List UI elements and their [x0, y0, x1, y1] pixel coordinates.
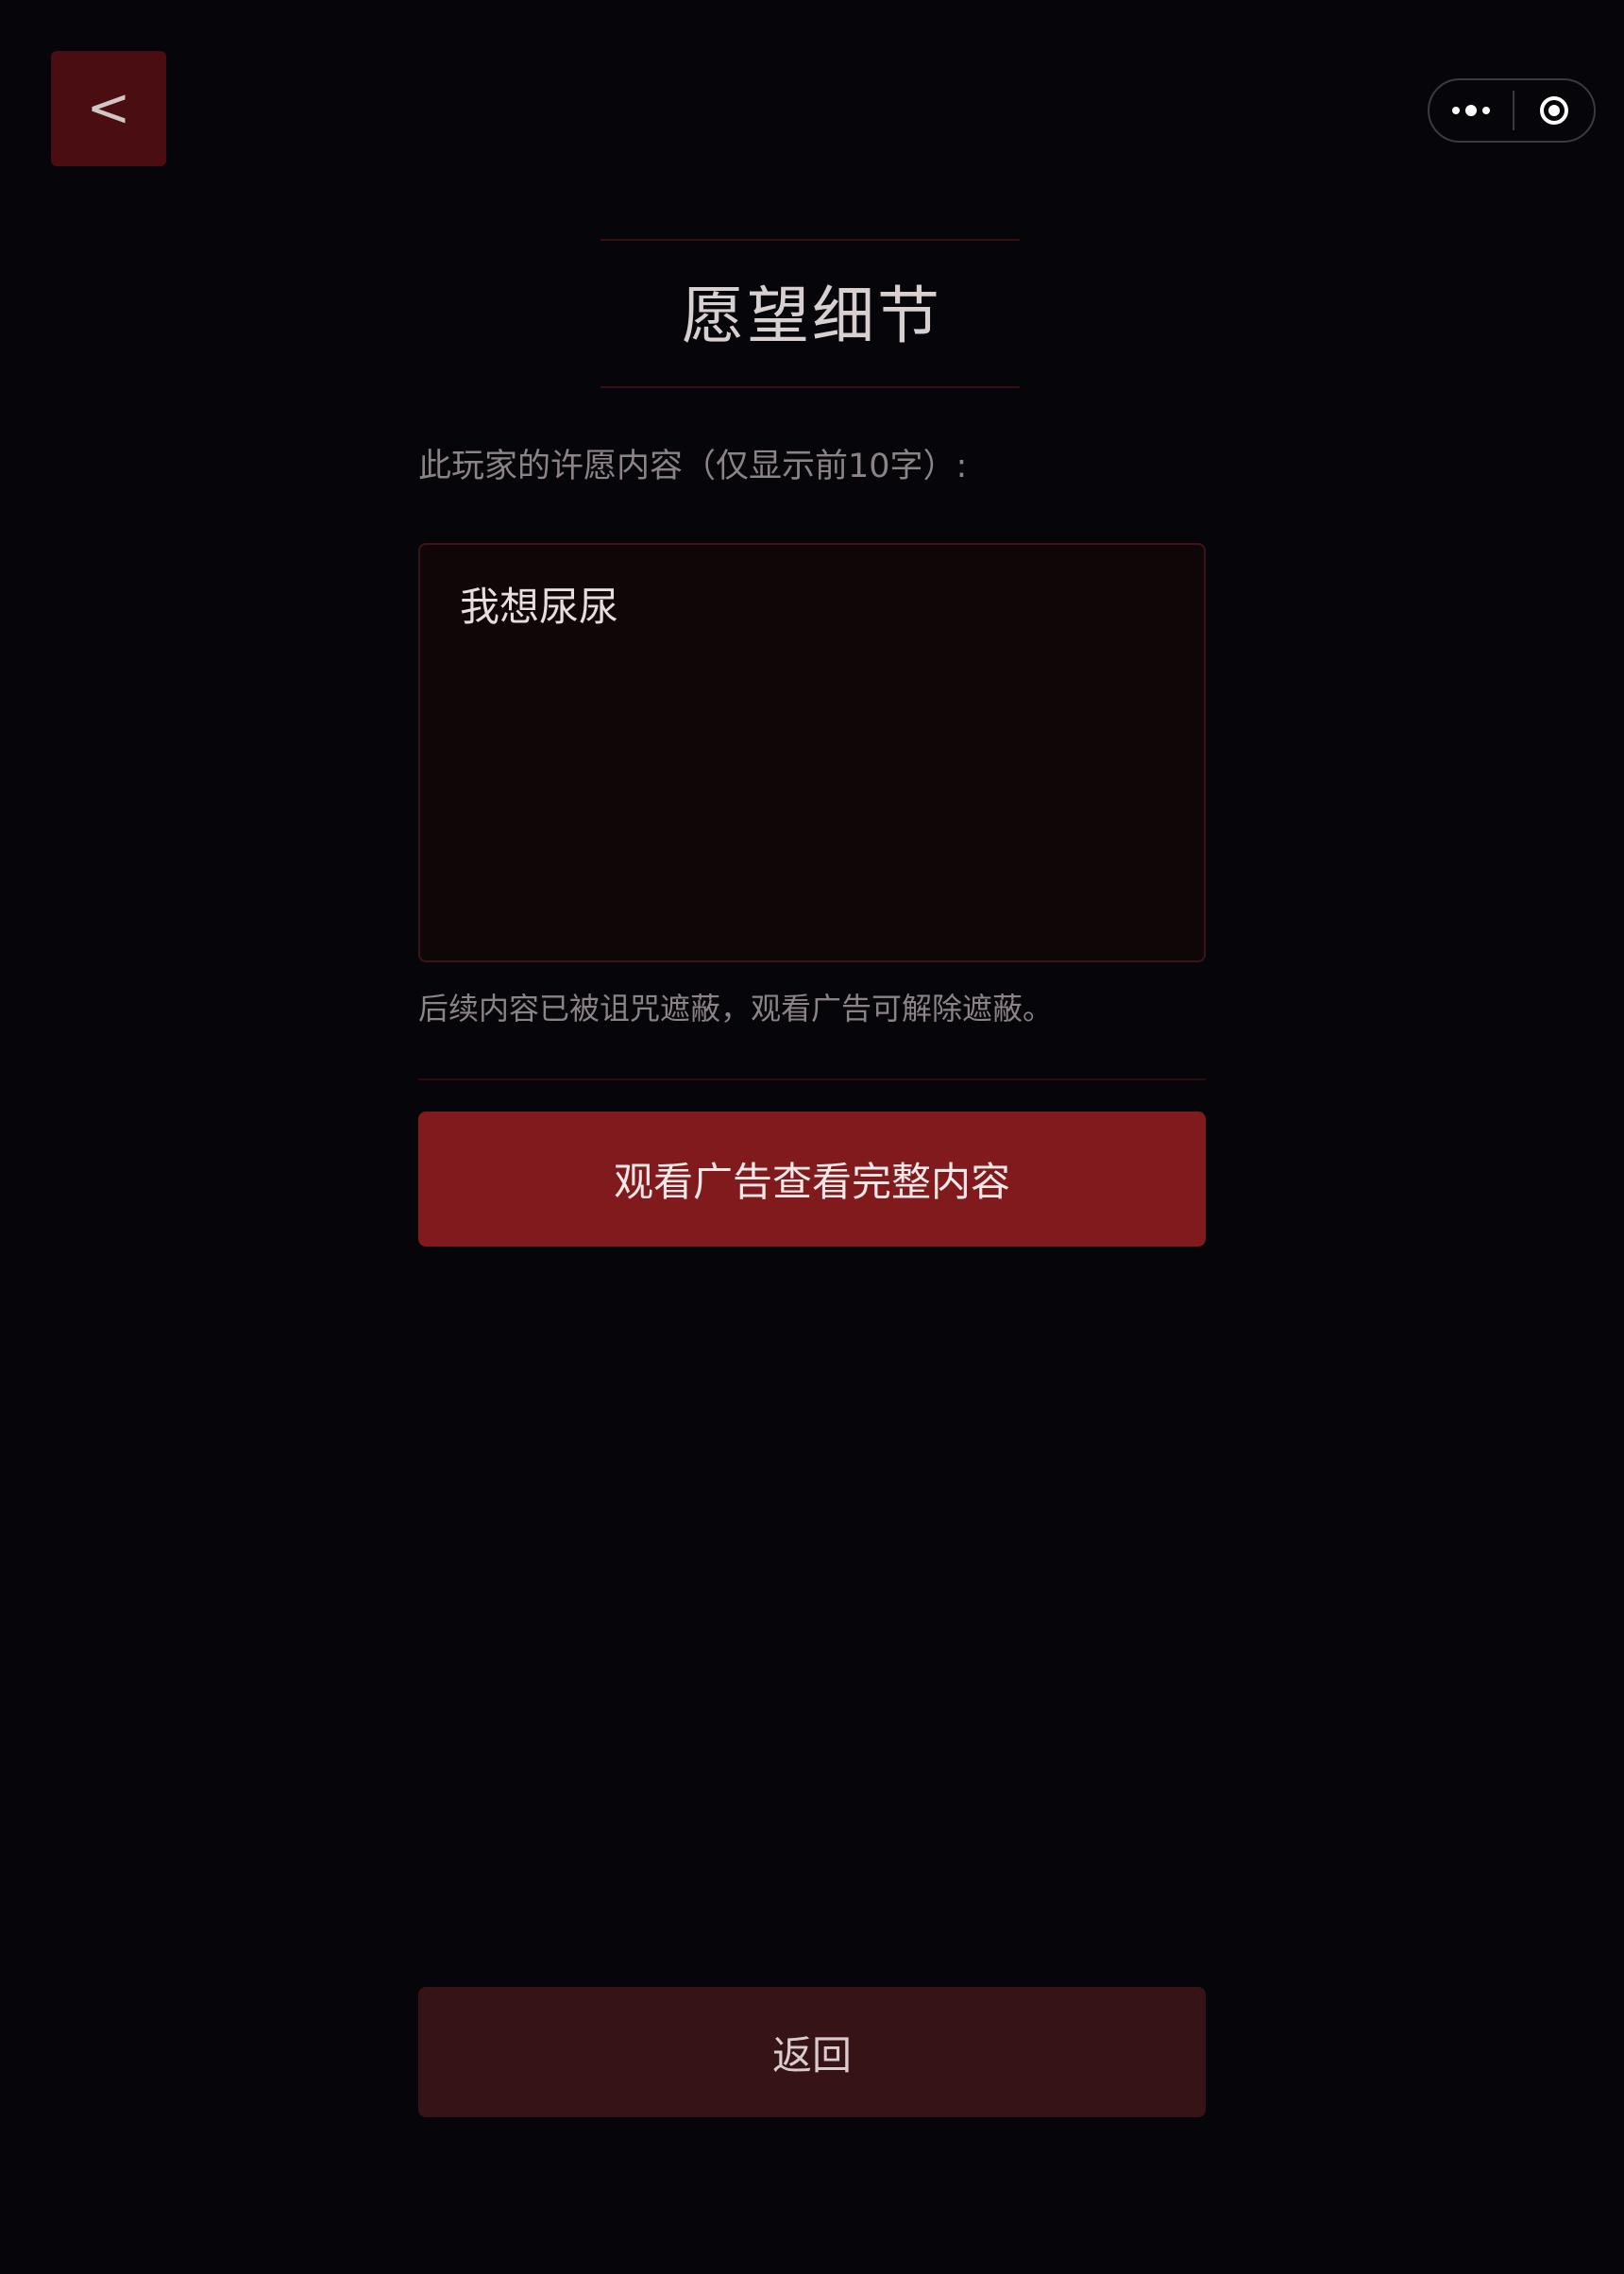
title-top-rule	[601, 239, 1020, 241]
page-title: 愿望细节	[682, 280, 942, 352]
wish-content-label: 此玩家的许愿内容（仅显示前10字）:	[418, 448, 968, 485]
wish-content-text: 我想尿尿	[460, 584, 619, 630]
target-circle-icon[interactable]	[1514, 80, 1594, 141]
mini-program-capsule	[1428, 78, 1596, 143]
more-dots-icon[interactable]	[1429, 80, 1513, 141]
wish-content-box: 我想尿尿	[418, 543, 1206, 962]
masked-content-note: 后续内容已被诅咒遮蔽，观看广告可解除遮蔽。	[418, 991, 1054, 1027]
section-divider	[418, 1078, 1206, 1080]
title-bottom-rule	[601, 386, 1020, 388]
back-button[interactable]: <	[51, 51, 166, 166]
return-button[interactable]: 返回	[418, 1987, 1206, 2117]
watch-ad-button[interactable]: 观看广告查看完整内容	[418, 1112, 1206, 1247]
